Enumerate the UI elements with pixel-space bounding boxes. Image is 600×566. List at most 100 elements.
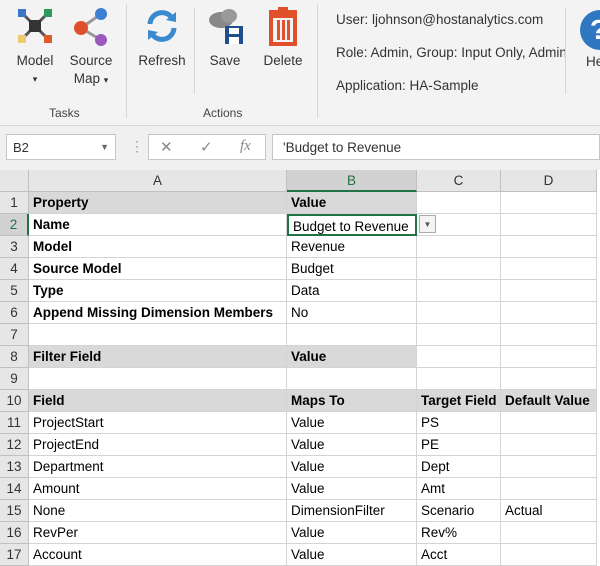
cell-c10[interactable]: Target Field: [417, 390, 501, 412]
row-header[interactable]: 5: [0, 280, 29, 302]
cell-b7[interactable]: [287, 324, 417, 346]
cell-c4[interactable]: [417, 258, 501, 280]
row-header[interactable]: 4: [0, 258, 29, 280]
cell-c8[interactable]: [417, 346, 501, 368]
cell-c9[interactable]: [417, 368, 501, 390]
cell-d11[interactable]: [501, 412, 597, 434]
cell-d3[interactable]: [501, 236, 597, 258]
column-header-d[interactable]: D: [501, 170, 597, 192]
cell-c13[interactable]: Dept: [417, 456, 501, 478]
cell-d2[interactable]: [501, 214, 597, 236]
cell-b11[interactable]: Value: [287, 412, 417, 434]
formula-input[interactable]: 'Budget to Revenue: [272, 134, 600, 160]
cell-a11[interactable]: ProjectStart: [29, 412, 287, 434]
cell-c15[interactable]: Scenario: [417, 500, 501, 522]
cell-a1[interactable]: Property: [29, 192, 287, 214]
cell-d4[interactable]: [501, 258, 597, 280]
cell-d6[interactable]: [501, 302, 597, 324]
cell-c17[interactable]: Acct: [417, 544, 501, 566]
cell-b16[interactable]: Value: [287, 522, 417, 544]
cancel-icon[interactable]: ✕: [160, 138, 173, 156]
cell-a3[interactable]: Model: [29, 236, 287, 258]
cell-b14[interactable]: Value: [287, 478, 417, 500]
cell-b10[interactable]: Maps To: [287, 390, 417, 412]
select-all-button[interactable]: [0, 170, 29, 192]
row-header[interactable]: 16: [0, 522, 29, 544]
cell-d7[interactable]: [501, 324, 597, 346]
cell-c1[interactable]: [417, 192, 501, 214]
cell-d9[interactable]: [501, 368, 597, 390]
row-header[interactable]: 8: [0, 346, 29, 368]
cell-a2[interactable]: Name: [29, 214, 287, 236]
cell-a4[interactable]: Source Model: [29, 258, 287, 280]
row-header[interactable]: 12: [0, 434, 29, 456]
cell-c12[interactable]: PE: [417, 434, 501, 456]
cell-b1[interactable]: Value: [287, 192, 417, 214]
enter-icon[interactable]: ✓: [200, 138, 213, 156]
cell-a6[interactable]: Append Missing Dimension Members: [29, 302, 287, 324]
row-header[interactable]: 14: [0, 478, 29, 500]
insert-function-icon[interactable]: fx: [240, 138, 251, 155]
cell-dropdown-button[interactable]: ▼: [419, 215, 436, 233]
cell-a12[interactable]: ProjectEnd: [29, 434, 287, 456]
cell-b2[interactable]: Budget to Revenue: [287, 214, 417, 236]
row-header[interactable]: 2: [0, 214, 29, 236]
name-box[interactable]: B2 ▼: [6, 134, 116, 160]
cell-c11[interactable]: PS: [417, 412, 501, 434]
row-header[interactable]: 10: [0, 390, 29, 412]
cell-d10[interactable]: Default Value: [501, 390, 597, 412]
save-button[interactable]: Save: [200, 6, 250, 70]
cell-a17[interactable]: Account: [29, 544, 287, 566]
column-header-b[interactable]: B: [287, 170, 417, 192]
row-header[interactable]: 15: [0, 500, 29, 522]
row-header[interactable]: 6: [0, 302, 29, 324]
model-button[interactable]: Model ▾: [10, 6, 60, 88]
row-header[interactable]: 17: [0, 544, 29, 566]
column-header-a[interactable]: A: [29, 170, 287, 192]
source-map-button[interactable]: Source Map ▾: [66, 6, 116, 89]
cell-d5[interactable]: [501, 280, 597, 302]
cell-a5[interactable]: Type: [29, 280, 287, 302]
cell-b15[interactable]: DimensionFilter: [287, 500, 417, 522]
row-header[interactable]: 11: [0, 412, 29, 434]
cell-b12[interactable]: Value: [287, 434, 417, 456]
cell-b5[interactable]: Data: [287, 280, 417, 302]
cell-c7[interactable]: [417, 324, 501, 346]
cell-b13[interactable]: Value: [287, 456, 417, 478]
cell-d17[interactable]: [501, 544, 597, 566]
cell-d14[interactable]: [501, 478, 597, 500]
row-header[interactable]: 1: [0, 192, 29, 214]
cell-d16[interactable]: [501, 522, 597, 544]
column-header-c[interactable]: C: [417, 170, 501, 192]
cell-b3[interactable]: Revenue: [287, 236, 417, 258]
row-header[interactable]: 9: [0, 368, 29, 390]
row-header[interactable]: 3: [0, 236, 29, 258]
row-header[interactable]: 13: [0, 456, 29, 478]
cell-a9[interactable]: [29, 368, 287, 390]
cell-c6[interactable]: [417, 302, 501, 324]
help-label[interactable]: He: [586, 54, 600, 69]
cell-d8[interactable]: [501, 346, 597, 368]
cell-c14[interactable]: Amt: [417, 478, 501, 500]
cell-d12[interactable]: [501, 434, 597, 456]
cell-a14[interactable]: Amount: [29, 478, 287, 500]
cell-b4[interactable]: Budget: [287, 258, 417, 280]
row-header[interactable]: 7: [0, 324, 29, 346]
cell-a7[interactable]: [29, 324, 287, 346]
cell-c3[interactable]: [417, 236, 501, 258]
cell-b8[interactable]: Value: [287, 346, 417, 368]
cell-b17[interactable]: Value: [287, 544, 417, 566]
cell-d13[interactable]: [501, 456, 597, 478]
cell-b9[interactable]: [287, 368, 417, 390]
cell-a8[interactable]: Filter Field: [29, 346, 287, 368]
cell-a13[interactable]: Department: [29, 456, 287, 478]
cell-b6[interactable]: No: [287, 302, 417, 324]
cell-c5[interactable]: [417, 280, 501, 302]
cell-a16[interactable]: RevPer: [29, 522, 287, 544]
cell-a10[interactable]: Field: [29, 390, 287, 412]
cell-d15[interactable]: Actual: [501, 500, 597, 522]
help-icon[interactable]: ?: [580, 10, 600, 50]
cell-d1[interactable]: [501, 192, 597, 214]
cell-c16[interactable]: Rev%: [417, 522, 501, 544]
cell-a15[interactable]: None: [29, 500, 287, 522]
